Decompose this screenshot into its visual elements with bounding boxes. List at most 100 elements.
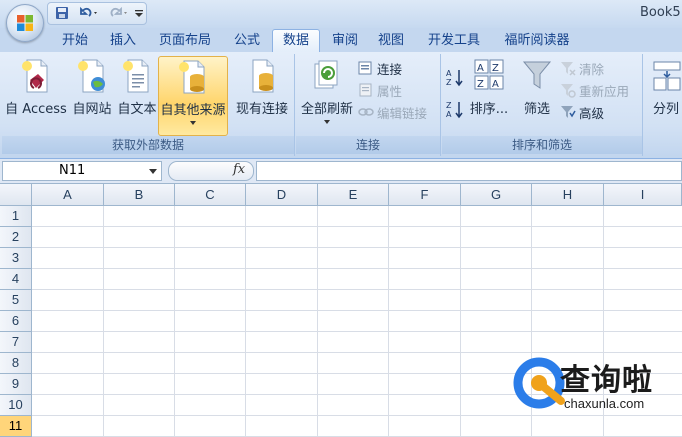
tab-data[interactable]: 数据 — [272, 29, 320, 53]
properties-label: 属性 — [377, 83, 403, 99]
tab-insert[interactable]: 插入 — [100, 30, 146, 52]
insert-function-icon[interactable]: fx — [233, 162, 245, 177]
from-access-label: 自 Access — [5, 102, 67, 117]
function-area: fx — [168, 161, 254, 181]
advanced-filter-button[interactable]: 高级 — [560, 102, 604, 122]
reapply-button[interactable]: 重新应用 — [560, 80, 629, 100]
link-icon — [358, 108, 374, 116]
row-header-11[interactable]: 11 — [0, 416, 32, 437]
ribbon-tabs: 开始 插入 页面布局 公式 数据 审阅 视图 开发工具 福昕阅读器 — [0, 28, 682, 53]
svg-text:Z: Z — [492, 63, 499, 74]
text-to-columns-icon — [653, 61, 681, 91]
sort-ascending-button[interactable]: A Z — [446, 68, 464, 88]
filter-funnel-icon — [522, 61, 552, 89]
tab-developer[interactable]: 开发工具 — [418, 30, 490, 52]
group-data-tools: 分列 — [644, 54, 682, 156]
grid-row-line — [32, 289, 682, 290]
column-header-f[interactable]: F — [389, 184, 461, 206]
existing-connections-icon — [252, 59, 274, 93]
group-label-connections: 连接 — [296, 136, 440, 154]
tab-formulas[interactable]: 公式 — [224, 30, 270, 52]
grid-row-line — [32, 268, 682, 269]
row-header-1[interactable]: 1 — [0, 206, 32, 227]
tab-foxit-reader[interactable]: 福昕阅读器 — [494, 30, 580, 52]
connections-icon — [358, 61, 372, 75]
office-button[interactable] — [6, 4, 44, 42]
row-header-4[interactable]: 4 — [0, 269, 32, 290]
svg-text:Z: Z — [446, 78, 452, 87]
undo-icon[interactable] — [76, 5, 102, 21]
svg-text:Z: Z — [446, 101, 452, 110]
group-get-external-data: 自 Access 自网站 自文本 自其他来源 现有连接 获取外部数据 — [2, 54, 295, 156]
svg-text:A: A — [446, 110, 452, 119]
watermark-text: 查询啦 — [560, 363, 653, 398]
customize-icon[interactable] — [134, 5, 144, 21]
grid-row-line — [32, 247, 682, 248]
sort-button[interactable]: A Z Z A 排序... — [468, 56, 510, 134]
column-header-d[interactable]: D — [246, 184, 318, 206]
filter-button[interactable]: 筛选 — [518, 56, 556, 134]
quick-access-toolbar — [47, 2, 147, 25]
group-connections: 全部刷新 连接 属性 编辑链接 连接 — [296, 54, 441, 156]
office-logo-icon — [17, 15, 33, 31]
connections-button[interactable]: 连接 — [358, 58, 402, 78]
from-other-sources-button[interactable]: 自其他来源 — [158, 56, 228, 136]
formula-bar: N11 fx — [0, 159, 682, 184]
access-db-icon — [22, 59, 48, 93]
text-to-columns-button[interactable]: 分列 — [646, 56, 682, 134]
advanced-filter-icon — [561, 106, 576, 118]
save-icon[interactable] — [53, 5, 71, 21]
from-other-sources-label: 自其他来源 — [160, 103, 226, 118]
row-header-3[interactable]: 3 — [0, 248, 32, 269]
column-header-b[interactable]: B — [104, 184, 175, 206]
ribbon: 自 Access 自网站 自文本 自其他来源 现有连接 获取外部数据 全部刷新 … — [0, 52, 682, 159]
refresh-all-icon — [314, 60, 338, 89]
row-header-6[interactable]: 6 — [0, 311, 32, 332]
tab-home[interactable]: 开始 — [52, 30, 98, 52]
row-header-2[interactable]: 2 — [0, 227, 32, 248]
from-text-button[interactable]: 自文本 — [116, 56, 158, 134]
redo-icon[interactable] — [106, 5, 132, 21]
web-globe-icon — [78, 59, 105, 93]
column-header-e[interactable]: E — [318, 184, 389, 206]
sort-dialog-icon: A Z Z A — [474, 59, 504, 90]
formula-input[interactable] — [256, 161, 682, 181]
row-header-8[interactable]: 8 — [0, 353, 32, 374]
text-to-columns-label: 分列 — [652, 102, 679, 117]
grid-row-line — [32, 226, 682, 227]
dropdown-caret-icon — [190, 121, 196, 125]
properties-icon — [359, 83, 372, 97]
select-all-corner[interactable] — [0, 184, 32, 206]
properties-button[interactable]: 属性 — [358, 80, 402, 100]
tab-page-layout[interactable]: 页面布局 — [150, 30, 220, 52]
existing-connections-label: 现有连接 — [235, 102, 288, 117]
name-box[interactable]: N11 — [2, 161, 162, 181]
row-header-9[interactable]: 9 — [0, 374, 32, 395]
from-web-button[interactable]: 自网站 — [68, 56, 116, 134]
column-header-i[interactable]: I — [604, 184, 682, 206]
clear-filter-button[interactable]: 清除 — [560, 58, 604, 78]
clear-filter-icon — [561, 62, 576, 76]
watermark-url: chaxunla.com — [564, 396, 645, 411]
svg-text:A: A — [492, 79, 499, 90]
svg-text:A: A — [446, 69, 452, 78]
refresh-all-button[interactable]: 全部刷新 — [298, 56, 356, 134]
tab-view[interactable]: 视图 — [368, 30, 414, 52]
row-header-5[interactable]: 5 — [0, 290, 32, 311]
chevron-down-icon[interactable] — [149, 169, 157, 174]
column-header-a[interactable]: A — [32, 184, 104, 206]
sort-descending-button[interactable]: Z A — [446, 100, 464, 120]
group-label-get-external: 获取外部数据 — [2, 136, 294, 154]
other-sources-icon — [179, 60, 205, 94]
refresh-all-label: 全部刷新 — [300, 102, 353, 117]
grid-column-line — [388, 206, 389, 437]
column-header-h[interactable]: H — [532, 184, 604, 206]
column-header-c[interactable]: C — [175, 184, 246, 206]
edit-links-button[interactable]: 编辑链接 — [358, 102, 427, 122]
from-access-button[interactable]: 自 Access — [4, 56, 68, 134]
existing-connections-button[interactable]: 现有连接 — [232, 56, 292, 134]
row-header-10[interactable]: 10 — [0, 395, 32, 416]
column-header-g[interactable]: G — [461, 184, 532, 206]
tab-review[interactable]: 审阅 — [322, 30, 368, 52]
row-header-7[interactable]: 7 — [0, 332, 32, 353]
